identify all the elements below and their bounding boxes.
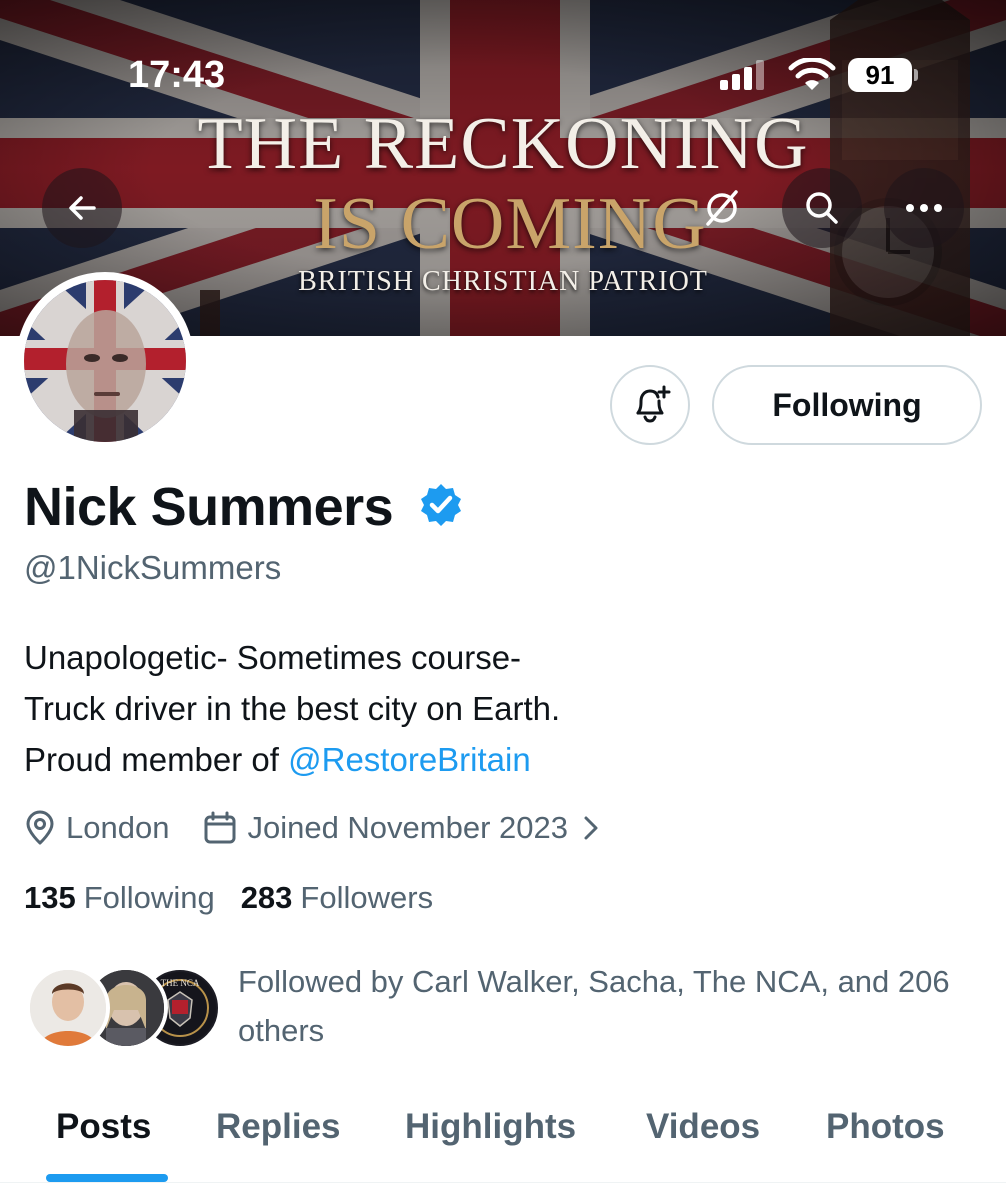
wifi-icon: [788, 58, 836, 90]
bell-plus-icon: [636, 385, 671, 423]
bio-text: Proud member of: [24, 741, 289, 778]
bio-mention-link[interactable]: @RestoreBritain: [288, 741, 531, 778]
bio-line: Truck driver in the best city on Earth.: [24, 690, 561, 727]
tab-replies[interactable]: Replies: [216, 1106, 341, 1148]
banner-tagline: BRITISH CHRISTIAN PATRIOT: [298, 266, 708, 297]
grok-button[interactable]: [682, 168, 762, 248]
calendar-icon: [204, 811, 236, 844]
notification-bell-button[interactable]: [610, 365, 690, 445]
bio-line: Unapologetic- Sometimes course-: [24, 639, 522, 676]
banner-headline: THE RECKONING: [197, 103, 809, 185]
followed-by-avatars[interactable]: THE NCA: [26, 966, 222, 1054]
tab-videos[interactable]: Videos: [646, 1106, 760, 1148]
chevron-right-icon: [584, 816, 598, 840]
follow-counts: 135 Following 283 Followers: [24, 880, 459, 916]
verified-badge-icon: [421, 484, 461, 526]
following-label: Following: [83, 880, 215, 915]
profile-bio: Unapologetic- Sometimes course- Truck dr…: [24, 632, 924, 785]
display-name: Nick Summers: [24, 477, 394, 537]
tab-highlights[interactable]: Highlights: [405, 1106, 576, 1148]
location-pin-icon: [26, 810, 54, 845]
search-icon: [806, 192, 838, 224]
profile-tabs: Posts Replies Highlights Videos Photos: [0, 1090, 1006, 1200]
followed-by-text[interactable]: Followed by Carl Walker, Sacha, The NCA,…: [238, 957, 978, 1055]
followers-number: 283: [240, 880, 293, 915]
more-icon: [906, 204, 942, 212]
avatar-image: [30, 970, 106, 1046]
following-count[interactable]: 135 Following: [24, 880, 215, 916]
more-button[interactable]: [884, 168, 964, 248]
status-time: 17:43: [128, 54, 226, 96]
followers-count[interactable]: 283 Followers: [241, 880, 433, 916]
location: London: [24, 810, 169, 846]
joined-text: Joined November 2023: [247, 810, 568, 845]
active-tab-indicator: [46, 1174, 168, 1182]
location-text: London: [66, 810, 170, 845]
back-button[interactable]: [42, 168, 122, 248]
avatar: [26, 966, 110, 1050]
avatar-image: [24, 280, 186, 442]
nca-logo-text: THE NCA: [161, 978, 200, 988]
tab-posts[interactable]: Posts: [56, 1106, 151, 1148]
profile-avatar[interactable]: [16, 272, 194, 450]
search-button[interactable]: [782, 168, 862, 248]
battery-tip: [914, 69, 918, 81]
following-button[interactable]: Following: [712, 365, 982, 445]
tab-photos[interactable]: Photos: [826, 1106, 945, 1148]
battery-icon: 91: [848, 58, 912, 92]
arrow-left-icon: [69, 196, 96, 220]
slash-circle-icon: [706, 190, 738, 226]
bio-line: Proud member of @RestoreBritain: [24, 734, 924, 785]
following-number: 135: [24, 880, 76, 915]
profile-meta: London Joined November 2023: [24, 806, 644, 850]
profile-handle: @1NickSummers: [24, 549, 282, 586]
tabs-divider: [0, 1182, 1006, 1183]
followers-label: Followers: [300, 880, 434, 915]
joined-date[interactable]: Joined November 2023: [203, 810, 610, 846]
